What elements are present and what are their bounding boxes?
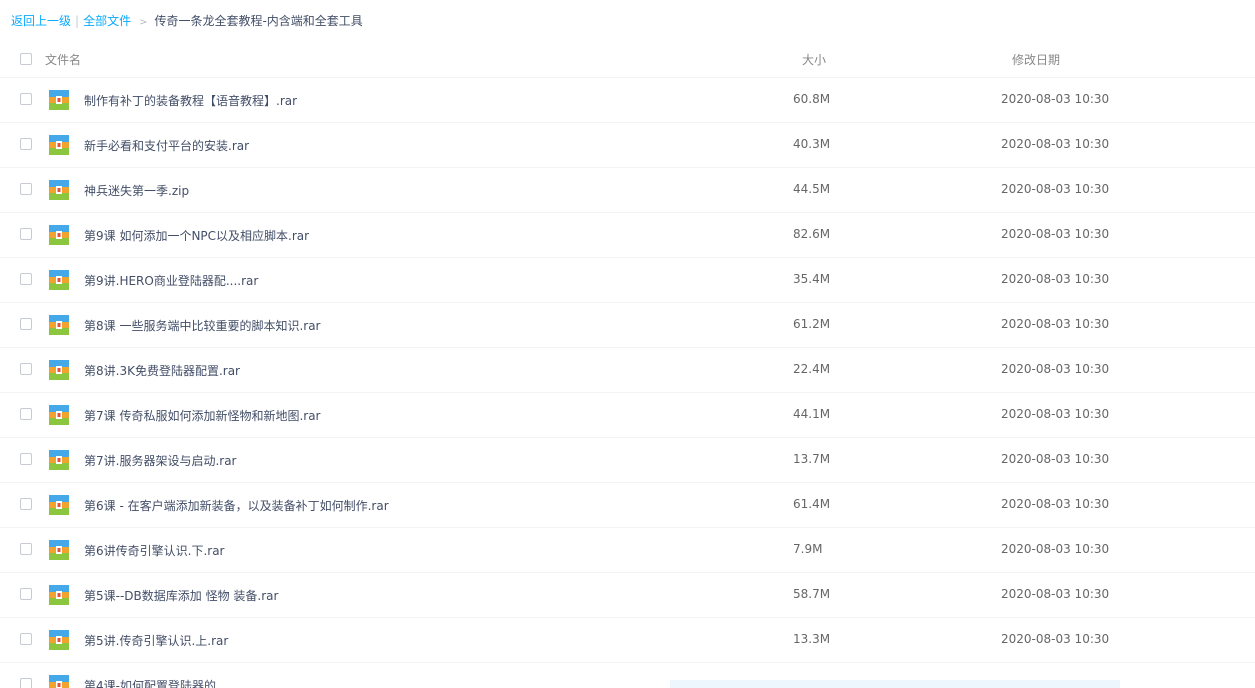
archive-icon [49, 450, 69, 470]
back-link[interactable]: 返回上一级 [11, 14, 71, 28]
file-row[interactable]: 第6课 - 在客户端添加新装备，以及装备补丁如何制作.rar 61.4M 202… [0, 483, 1255, 528]
file-name[interactable]: 第4课-如何配置登陆器的 [84, 677, 216, 688]
file-name[interactable]: 新手必看和支付平台的安装.rar [84, 137, 249, 154]
row-checkbox[interactable] [20, 228, 32, 240]
file-date: 2020-08-03 10:30 [1001, 587, 1110, 601]
file-size: 13.3M [793, 632, 831, 646]
archive-icon [49, 360, 69, 380]
file-size: 40.3M [793, 137, 831, 151]
row-checkbox[interactable] [20, 408, 32, 420]
row-checkbox[interactable] [20, 138, 32, 150]
file-row[interactable]: 第7课 传奇私服如何添加新怪物和新地图.rar 44.1M 2020-08-03… [0, 393, 1255, 438]
file-size: 60.8M [793, 92, 831, 106]
file-row[interactable]: 第5讲.传奇引擎认识.上.rar 13.3M 2020-08-03 10:30 [0, 618, 1255, 663]
file-name[interactable]: 第9课 如何添加一个NPC以及相应脚本.rar [84, 227, 309, 244]
row-checkbox[interactable] [20, 588, 32, 600]
column-header-date[interactable]: 修改日期 [1012, 51, 1060, 68]
file-date: 2020-08-03 10:30 [1001, 362, 1110, 376]
archive-icon [49, 270, 69, 290]
row-checkbox[interactable] [20, 678, 32, 688]
archive-icon [49, 675, 69, 688]
file-date: 2020-08-03 10:30 [1001, 407, 1110, 421]
file-row[interactable]: 第9课 如何添加一个NPC以及相应脚本.rar 82.6M 2020-08-03… [0, 213, 1255, 258]
breadcrumb-arrow-icon: > [139, 17, 148, 28]
archive-icon [49, 405, 69, 425]
file-size: 44.1M [793, 407, 831, 421]
file-date: 2020-08-03 10:30 [1001, 92, 1110, 106]
file-size: 7.9M [793, 542, 823, 556]
file-name[interactable]: 第5课--DB数据库添加 怪物 装备.rar [84, 587, 278, 604]
row-checkbox[interactable] [20, 183, 32, 195]
breadcrumb-divider: | [75, 14, 80, 28]
row-checkbox[interactable] [20, 543, 32, 555]
file-date: 2020-08-03 10:30 [1001, 452, 1110, 466]
bottom-overlay-strip [670, 680, 1120, 688]
file-size: 35.4M [793, 272, 831, 286]
row-checkbox[interactable] [20, 498, 32, 510]
file-date: 2020-08-03 10:30 [1001, 227, 1110, 241]
current-folder-title: 传奇一条龙全套教程-内含端和全套工具 [154, 14, 363, 28]
file-size: 61.4M [793, 497, 831, 511]
file-name[interactable]: 第9讲.HERO商业登陆器配....rar [84, 272, 258, 289]
row-checkbox[interactable] [20, 363, 32, 375]
file-list: 制作有补丁的装备教程【语音教程】.rar 60.8M 2020-08-03 10… [0, 78, 1255, 688]
file-size: 22.4M [793, 362, 831, 376]
file-name[interactable]: 第5讲.传奇引擎认识.上.rar [84, 632, 228, 649]
file-date: 2020-08-03 10:30 [1001, 182, 1110, 196]
file-row[interactable]: 第8讲.3K免费登陆器配置.rar 22.4M 2020-08-03 10:30 [0, 348, 1255, 393]
file-size: 61.2M [793, 317, 831, 331]
file-row[interactable]: 神兵迷失第一季.zip 44.5M 2020-08-03 10:30 [0, 168, 1255, 213]
column-header-size[interactable]: 大小 [802, 51, 826, 68]
file-date: 2020-08-03 10:30 [1001, 137, 1110, 151]
archive-icon [49, 585, 69, 605]
file-name[interactable]: 第7课 传奇私服如何添加新怪物和新地图.rar [84, 407, 321, 424]
file-date: 2020-08-03 10:30 [1001, 542, 1110, 556]
file-name[interactable]: 制作有补丁的装备教程【语音教程】.rar [84, 92, 297, 109]
row-checkbox[interactable] [20, 633, 32, 645]
row-checkbox[interactable] [20, 453, 32, 465]
breadcrumb: 返回上一级 | 全部文件 > 传奇一条龙全套教程-内含端和全套工具 [11, 12, 363, 30]
file-size: 82.6M [793, 227, 831, 241]
archive-icon [49, 315, 69, 335]
archive-icon [49, 495, 69, 515]
file-row[interactable]: 新手必看和支付平台的安装.rar 40.3M 2020-08-03 10:30 [0, 123, 1255, 168]
file-size: 44.5M [793, 182, 831, 196]
file-browser: 返回上一级 | 全部文件 > 传奇一条龙全套教程-内含端和全套工具 文件名 大小 修改日… [0, 0, 1255, 688]
file-date: 2020-08-03 10:30 [1001, 317, 1110, 331]
file-size: 13.7M [793, 452, 831, 466]
archive-icon [49, 180, 69, 200]
file-name[interactable]: 神兵迷失第一季.zip [84, 182, 189, 199]
file-name[interactable]: 第7讲.服务器架设与启动.rar [84, 452, 237, 469]
file-row[interactable]: 第8课 一些服务端中比较重要的脚本知识.rar 61.2M 2020-08-03… [0, 303, 1255, 348]
archive-icon [49, 135, 69, 155]
file-size: 58.7M [793, 587, 831, 601]
file-name[interactable]: 第6讲传奇引擎认识.下.rar [84, 542, 225, 559]
row-checkbox[interactable] [20, 93, 32, 105]
row-checkbox[interactable] [20, 273, 32, 285]
archive-icon [49, 90, 69, 110]
file-row[interactable]: 第9讲.HERO商业登陆器配....rar 35.4M 2020-08-03 1… [0, 258, 1255, 303]
file-date: 2020-08-03 10:30 [1001, 497, 1110, 511]
column-header-name[interactable]: 文件名 [45, 51, 81, 68]
file-name[interactable]: 第8讲.3K免费登陆器配置.rar [84, 362, 240, 379]
archive-icon [49, 225, 69, 245]
select-all-checkbox[interactable] [20, 53, 32, 65]
file-row[interactable]: 第7讲.服务器架设与启动.rar 13.7M 2020-08-03 10:30 [0, 438, 1255, 483]
file-date: 2020-08-03 10:30 [1001, 632, 1110, 646]
archive-icon [49, 540, 69, 560]
file-name[interactable]: 第6课 - 在客户端添加新装备，以及装备补丁如何制作.rar [84, 497, 389, 514]
all-files-link[interactable]: 全部文件 [83, 14, 131, 28]
list-header: 文件名 大小 修改日期 [0, 38, 1255, 78]
file-row[interactable]: 第5课--DB数据库添加 怪物 装备.rar 58.7M 2020-08-03 … [0, 573, 1255, 618]
file-row[interactable]: 第6讲传奇引擎认识.下.rar 7.9M 2020-08-03 10:30 [0, 528, 1255, 573]
archive-icon [49, 630, 69, 650]
file-name[interactable]: 第8课 一些服务端中比较重要的脚本知识.rar [84, 317, 321, 334]
row-checkbox[interactable] [20, 318, 32, 330]
file-row[interactable]: 制作有补丁的装备教程【语音教程】.rar 60.8M 2020-08-03 10… [0, 78, 1255, 123]
file-date: 2020-08-03 10:30 [1001, 272, 1110, 286]
